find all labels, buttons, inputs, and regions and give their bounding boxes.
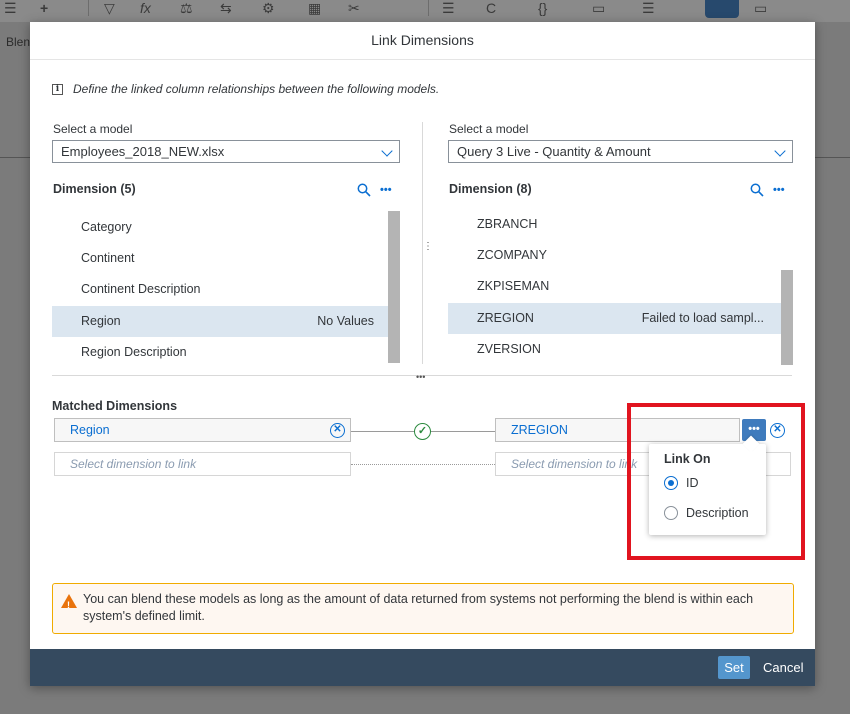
more-options-icon[interactable]: ••• bbox=[773, 185, 785, 196]
search-icon[interactable] bbox=[750, 183, 764, 197]
background-divider bbox=[0, 157, 30, 158]
braces-icon: {} bbox=[538, 0, 548, 16]
highlight-box bbox=[627, 403, 805, 560]
formula-icon: fx bbox=[140, 0, 151, 16]
link-connector-empty bbox=[351, 464, 495, 465]
balance-icon: ⚖ bbox=[180, 0, 193, 16]
list-item[interactable]: Continent bbox=[52, 243, 388, 274]
right-model-select[interactable]: Query 3 Live - Quantity & Amount bbox=[448, 140, 793, 163]
matched-left-field[interactable]: Region bbox=[54, 418, 351, 442]
chevron-down-icon bbox=[381, 145, 393, 157]
list-item-selected[interactable]: ZREGION Failed to load sampl... bbox=[448, 303, 781, 334]
check-icon: ✓ bbox=[414, 423, 431, 440]
frame-icon: ▭ bbox=[592, 0, 606, 16]
clear-icon[interactable]: ✕ bbox=[330, 423, 345, 438]
hierarchy-icon: ⚙ bbox=[262, 0, 275, 16]
resize-handle[interactable]: ⋮ bbox=[423, 242, 433, 252]
toolbar-separator bbox=[428, 0, 429, 16]
background-toolbar: ☰ + ▽ fx ⚖ ⇆ ⚙ ▦ ✂ ☰ C {} ▭ ☰ ▭ bbox=[0, 0, 850, 22]
info-text: Define the linked column relationships b… bbox=[73, 82, 440, 96]
dialog-footer: Set Cancel bbox=[30, 649, 815, 686]
resize-handle[interactable]: ••• bbox=[416, 373, 425, 382]
dimension-select-field-left[interactable]: Select dimension to link bbox=[54, 452, 351, 476]
panel-icon: ▭ bbox=[754, 0, 768, 16]
right-dimension-header: Dimension (8) bbox=[449, 182, 532, 196]
toolbar-separator bbox=[88, 0, 89, 16]
cancel-button[interactable]: Cancel bbox=[763, 656, 803, 679]
list-item[interactable]: ZCOMPANY bbox=[448, 240, 781, 271]
warning-icon: ! bbox=[61, 594, 77, 610]
more-options-icon[interactable]: ••• bbox=[380, 185, 392, 196]
warning-message: ! You can blend these models as long as … bbox=[52, 583, 794, 634]
matched-dimensions-header: Matched Dimensions bbox=[52, 399, 178, 413]
list-item[interactable]: ZBRANCH bbox=[448, 209, 781, 240]
right-select-label: Select a model bbox=[449, 122, 529, 136]
list-item[interactable]: ZVERSION bbox=[448, 334, 781, 365]
background-divider bbox=[815, 157, 850, 158]
list-icon: ☰ bbox=[442, 0, 455, 16]
chat-icon bbox=[705, 0, 739, 18]
left-model-select[interactable]: Employees_2018_NEW.xlsx bbox=[52, 140, 400, 163]
chevron-down-icon bbox=[774, 145, 786, 157]
swap-icon: ⇆ bbox=[220, 0, 232, 16]
list-item[interactable]: Category bbox=[52, 212, 388, 243]
left-model-value: Employees_2018_NEW.xlsx bbox=[61, 144, 225, 159]
right-scrollbar[interactable] bbox=[781, 270, 793, 365]
item-status: No Values bbox=[317, 314, 374, 328]
list-item[interactable]: ZKPISEMAN bbox=[448, 271, 781, 302]
add-icon: + bbox=[40, 0, 49, 16]
background-tab: Blen bbox=[6, 35, 31, 49]
left-scrollbar[interactable] bbox=[388, 211, 400, 363]
set-button[interactable]: Set bbox=[718, 656, 750, 679]
info-message: i Define the linked column relationships… bbox=[52, 82, 439, 96]
menu-icon: ☰ bbox=[4, 0, 17, 16]
details-icon: ☰ bbox=[642, 0, 655, 16]
info-icon: i bbox=[52, 83, 63, 95]
warning-text: You can blend these models as long as th… bbox=[83, 592, 754, 623]
list-item[interactable]: Continent Description bbox=[52, 274, 388, 305]
filter-icon: ▽ bbox=[104, 0, 115, 16]
table-icon: ▦ bbox=[308, 0, 322, 16]
search-icon[interactable] bbox=[357, 183, 371, 197]
list-item-selected[interactable]: Region No Values bbox=[52, 306, 388, 337]
item-status: Failed to load sampl... bbox=[641, 311, 764, 325]
left-dimension-header: Dimension (5) bbox=[53, 182, 136, 196]
left-select-label: Select a model bbox=[53, 122, 133, 136]
link-dimensions-dialog: Link Dimensions i Define the linked colu… bbox=[30, 22, 815, 686]
cut-icon: ✂ bbox=[348, 0, 360, 16]
list-item[interactable]: Region Description bbox=[52, 337, 388, 368]
refresh-icon: C bbox=[486, 0, 497, 16]
right-model-value: Query 3 Live - Quantity & Amount bbox=[457, 144, 651, 159]
dialog-title: Link Dimensions bbox=[30, 22, 815, 60]
